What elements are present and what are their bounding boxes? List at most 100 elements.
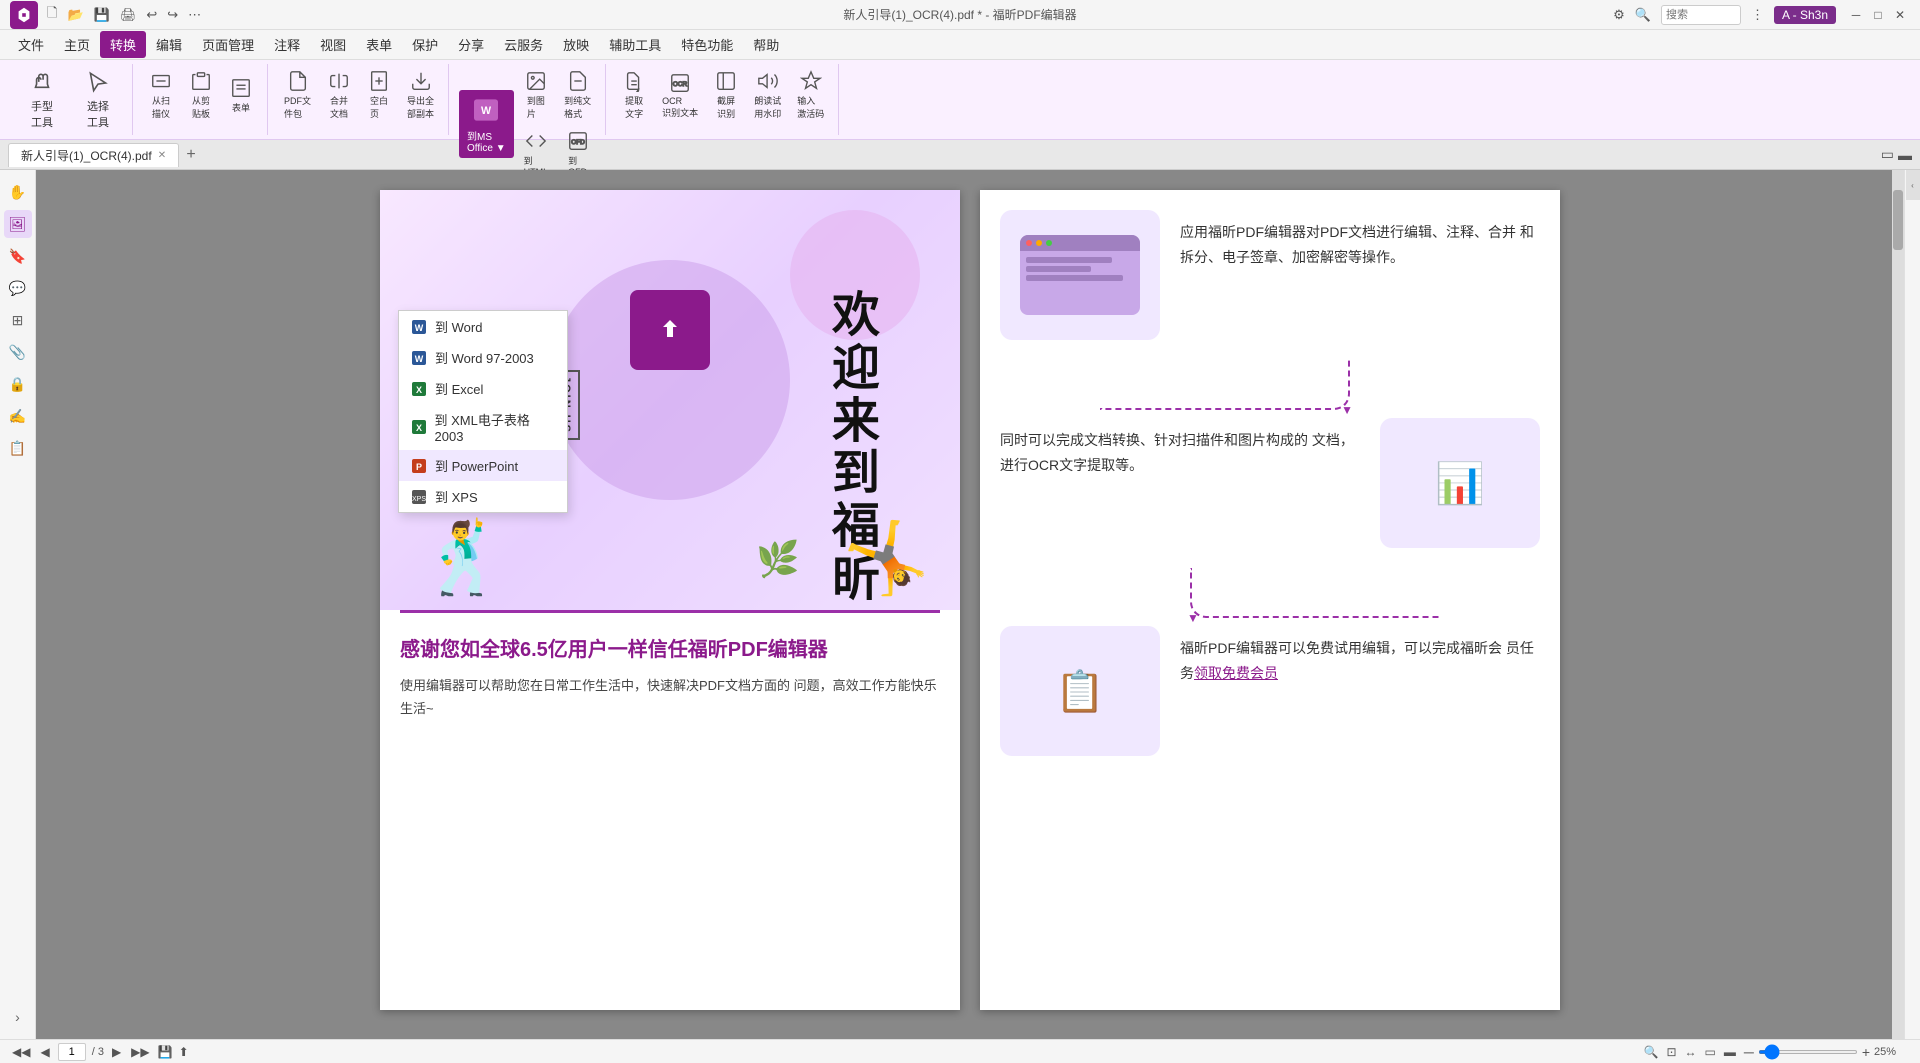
nav-first-button[interactable]: ◀◀ [10, 1045, 32, 1059]
pdf-tab[interactable]: 新人引导(1)_OCR(4).pdf ✕ [8, 143, 179, 167]
menu-share[interactable]: 分享 [448, 31, 494, 58]
to-office-button[interactable]: W 到MSOffice ▼ [459, 90, 514, 158]
menu-convert[interactable]: 转换 [100, 31, 146, 58]
svg-text:OCR: OCR [673, 80, 688, 87]
single-page-button[interactable]: ▭ [1705, 1045, 1716, 1059]
new-icon[interactable]: 🗋 [44, 2, 60, 28]
to-excel-item[interactable]: X 到 Excel [399, 373, 567, 404]
sidebar-item-comments[interactable]: 💬 [4, 274, 32, 302]
open-icon[interactable]: 📂 [64, 5, 86, 25]
nav-next-button[interactable]: ▶ [110, 1045, 123, 1059]
menu-tools[interactable]: 辅助工具 [599, 31, 671, 58]
maximize-button[interactable]: □ [1868, 5, 1888, 25]
ribbon-convert-buttons: W 到MSOffice ▼ 到图片 到HTML 到纯文格式 [459, 66, 597, 181]
form-button[interactable]: 表单 [223, 66, 259, 124]
free-member-link[interactable]: 领取免费会员 [1194, 665, 1278, 681]
export-button[interactable]: ⬆ [179, 1045, 189, 1059]
nav-last-button[interactable]: ▶▶ [129, 1045, 151, 1059]
extract-text-button[interactable]: 提取文字 [616, 66, 652, 124]
blank-page-button[interactable]: 空白页 [361, 66, 397, 124]
merge-button[interactable]: 合并文档 [321, 66, 357, 124]
menu-view[interactable]: 视图 [310, 31, 356, 58]
from-scanner-button[interactable]: 从扫描仪 [143, 66, 179, 124]
to-xml-excel-item[interactable]: X 到 XML电子表格2003 [399, 404, 567, 450]
menu-special[interactable]: 特色功能 [671, 31, 743, 58]
pdf-viewer[interactable]: JOIN US 欢迎来到福昕 🕺 🌿 🤸 感谢您如全球6.5亿用户一样信任福昕P… [36, 170, 1904, 1039]
svg-text:W: W [415, 354, 424, 364]
more-icon[interactable]: ⋯ [185, 5, 204, 25]
to-word97-item[interactable]: W 到 Word 97-2003 [399, 342, 567, 373]
page1-bottom: 感谢您如全球6.5亿用户一样信任福昕PDF编辑器 使用编辑器可以帮助您在日常工作… [380, 613, 960, 741]
print-icon[interactable]: 🖨 [117, 5, 140, 25]
screenshot-ocr-button[interactable]: 截屏识别 [708, 66, 744, 124]
to-xps-item[interactable]: XPS 到 XPS [399, 481, 567, 512]
sidebar-item-hand[interactable]: ✋ [4, 178, 32, 206]
menu-annotate[interactable]: 注释 [264, 31, 310, 58]
zoom-in-button[interactable]: + [1862, 1044, 1870, 1060]
menu-edit[interactable]: 编辑 [146, 31, 192, 58]
tts-button[interactable]: 朗读试用水印 [748, 66, 787, 124]
sidebar-expand-button[interactable]: › [4, 1003, 32, 1031]
menu-page-manage[interactable]: 页面管理 [192, 31, 264, 58]
export-all-button[interactable]: 导出全部副本 [401, 66, 440, 124]
sidebar-item-bookmarks[interactable]: 🔖 [4, 242, 32, 270]
menu-cloud[interactable]: 云服务 [494, 31, 553, 58]
redo-icon[interactable]: ↪ [164, 5, 181, 25]
to-word-item[interactable]: W 到 Word [399, 311, 567, 342]
fit-width-button[interactable]: ↔ [1685, 1045, 1697, 1059]
menu-help[interactable]: 帮助 [743, 31, 789, 58]
to-image-button[interactable]: 到图片 [518, 66, 555, 124]
view-mode-double[interactable]: ▬ [1898, 147, 1912, 163]
pdf-package-button[interactable]: PDF文件包 [278, 66, 317, 124]
scrollbar-thumb[interactable] [1893, 190, 1903, 250]
vertical-scrollbar[interactable] [1892, 170, 1904, 1039]
sidebar-item-attachments[interactable]: 📎 [4, 338, 32, 366]
save-pdf-button[interactable]: 💾 [158, 1045, 173, 1059]
sidebar-item-security[interactable]: 🔒 [4, 370, 32, 398]
zoom-out-button[interactable]: ─ [1744, 1044, 1754, 1060]
settings-icon[interactable]: ⚙ [1613, 7, 1625, 23]
sidebar-item-signature[interactable]: ✍ [4, 402, 32, 430]
zoom-controls: ─ + 25% [1744, 1044, 1910, 1060]
new-tab-button[interactable]: + [179, 143, 203, 167]
quick-access-toolbar: 🗋 📂 💾 🖨 ↩ ↪ ⋯ [44, 2, 204, 28]
to-powerpoint-item[interactable]: P 到 PowerPoint [399, 450, 567, 481]
right-panel: ‹ [1904, 170, 1920, 1039]
sidebar-item-thumbnails[interactable]: 🖼 [4, 210, 32, 238]
bottombar: ◀◀ ◀ / 3 ▶ ▶▶ 💾 ⬆ 🔍 ⊡ ↔ ▭ ▬ ─ + 25% [0, 1039, 1920, 1063]
select-tool-button[interactable]: 选择工具 [72, 66, 124, 134]
menu-file[interactable]: 文件 [8, 31, 54, 58]
menu-slideshow[interactable]: 放映 [553, 31, 599, 58]
menu-protect[interactable]: 保护 [402, 31, 448, 58]
menu-home[interactable]: 主页 [54, 31, 100, 58]
hand-tool-button[interactable]: 手型工具 [16, 66, 68, 134]
sidebar-item-layers[interactable]: ⊞ [4, 306, 32, 334]
xml-excel-icon: X [411, 419, 427, 435]
undo-icon[interactable]: ↩ [143, 5, 160, 25]
zoom-fit-icon[interactable]: 🔍 [1644, 1045, 1659, 1059]
search-input[interactable] [1661, 5, 1741, 25]
minimize-button[interactable]: ─ [1846, 5, 1866, 25]
save-icon[interactable]: 💾 [91, 5, 113, 25]
double-page-button[interactable]: ▬ [1724, 1045, 1736, 1059]
ocr-button[interactable]: OCR OCR识别文本 [656, 66, 704, 124]
right-panel-expand-button[interactable]: ‹ [1906, 170, 1920, 200]
close-button[interactable]: ✕ [1890, 5, 1910, 25]
view-mode-single[interactable]: ▭ [1881, 146, 1894, 163]
more-options-icon[interactable]: ⋮ [1751, 7, 1764, 23]
to-text-format-button[interactable]: 到纯文格式 [558, 66, 597, 124]
menu-form[interactable]: 表单 [356, 31, 402, 58]
search-icon[interactable]: 🔍 [1635, 7, 1651, 23]
feature-icon-2: 📊 [1380, 418, 1540, 548]
activation-button[interactable]: 输入激活码 [791, 66, 830, 124]
fit-page-button[interactable]: ⊡ [1666, 1045, 1676, 1059]
ribbon-group-package: PDF文件包 合并文档 空白页 导出全部副本 [270, 64, 449, 135]
nav-prev-button[interactable]: ◀ [38, 1045, 51, 1059]
sidebar-item-form[interactable]: 📋 [4, 434, 32, 462]
page2-features: 应用福昕PDF编辑器对PDF文档进行编辑、注释、合并 和拆分、电子签章、加密解密… [980, 190, 1560, 796]
from-clipboard-button[interactable]: 从剪贴板 [183, 66, 219, 124]
page-number-input[interactable] [58, 1043, 86, 1061]
zoom-slider[interactable] [1758, 1050, 1858, 1054]
tab-close-button[interactable]: ✕ [158, 150, 166, 161]
svg-text:XPS: XPS [412, 496, 426, 503]
